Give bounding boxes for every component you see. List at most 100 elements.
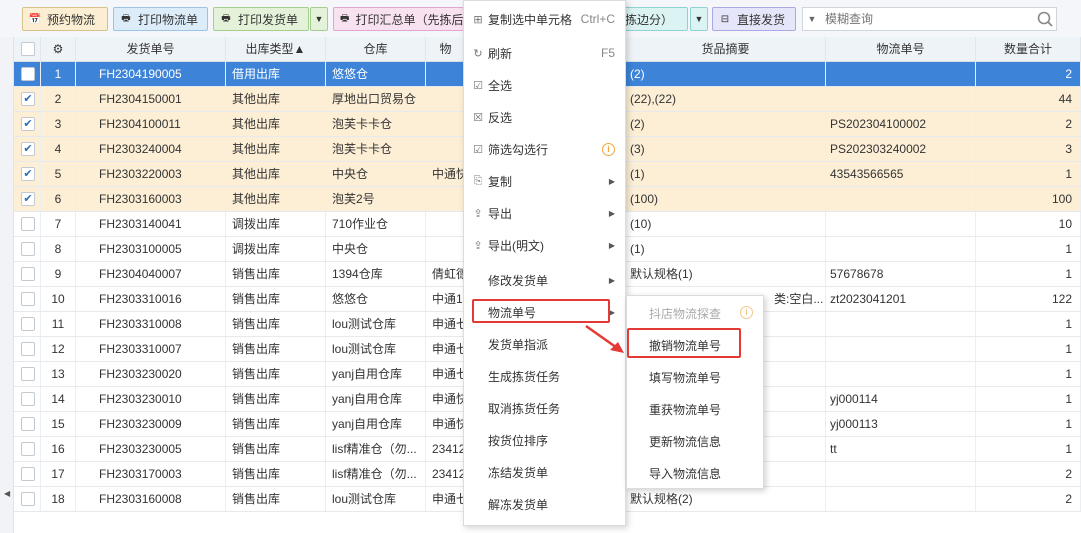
row-checkbox-cell: ✔ [14, 187, 41, 211]
submenu-item[interactable]: 更新物流信息 [627, 425, 763, 457]
row-checkbox-cell [14, 237, 41, 261]
row-checkbox[interactable]: ✔ [21, 167, 35, 181]
row-checkbox-cell [14, 287, 41, 311]
row-checkbox[interactable]: ✔ [21, 192, 35, 206]
row-checkbox[interactable] [21, 292, 35, 306]
submenu-item-label: 更新物流信息 [649, 434, 722, 449]
menu-item[interactable]: 解冻发货单 [464, 488, 625, 520]
menu-item-label: 解冻发货单 [488, 497, 549, 512]
pick-then-sort-dropdown-button[interactable]: ▼ [690, 7, 708, 31]
menu-item[interactable]: ↻ 刷新 F5 [464, 37, 625, 69]
row-number: 5 [41, 162, 76, 186]
qty-cell: 1 [976, 337, 1081, 361]
row-checkbox[interactable] [21, 67, 35, 81]
book-logistics-button[interactable]: 📅 预约物流 [22, 7, 108, 31]
row-checkbox-cell: ✔ [14, 162, 41, 186]
menu-item[interactable]: ⊞ 复制选中单元格 Ctrl+C [464, 3, 625, 35]
header-order-no[interactable]: 发货单号 [76, 37, 226, 62]
menu-item-label: 修改发货单 [488, 273, 549, 288]
tracking-no-cell: PS202304100002 [826, 112, 976, 136]
row-checkbox[interactable] [21, 467, 35, 481]
menu-item[interactable]: 取消拣货任务 [464, 392, 625, 424]
warehouse-cell: 厚地出口贸易仓 [326, 87, 426, 111]
header-warehouse[interactable]: 仓库 [326, 37, 426, 62]
direct-ship-button[interactable]: ⊟ 直接发货 [712, 7, 796, 31]
qty-cell: 2 [976, 112, 1081, 136]
header-tracking-no[interactable]: 物流单号 [826, 37, 976, 62]
print-summary-button[interactable]: 🖶 打印汇总单（先拣后分） [333, 7, 464, 31]
menu-item[interactable]: ☒ 反选 [464, 101, 625, 133]
warehouse-cell: 泡芙卡卡仓 [326, 112, 426, 136]
menu-item[interactable]: 按货位排序 [464, 424, 625, 456]
header-select-all[interactable] [14, 37, 41, 62]
print-logistics-button[interactable]: 🖶 打印物流单 [113, 7, 208, 31]
tracking-no-cell: zt2023041201 [826, 287, 976, 311]
out-type-cell: 销售出库 [226, 412, 326, 436]
qty-cell: 10 [976, 212, 1081, 236]
export-icon: ⇪ [473, 207, 483, 220]
header-goods-summary[interactable]: 货品摘要 [626, 37, 826, 62]
row-checkbox[interactable] [21, 417, 35, 431]
row-checkbox[interactable]: ✔ [21, 117, 35, 131]
search-input[interactable] [821, 9, 1034, 29]
row-checkbox[interactable] [21, 392, 35, 406]
row-checkbox[interactable] [21, 342, 35, 356]
goods-summary-cell: (3) [626, 137, 826, 161]
print-delivery-button[interactable]: 🖶 打印发货单 [213, 7, 309, 31]
warehouse-cell: 悠悠仓 [326, 287, 426, 311]
collapse-arrow-icon[interactable]: ◀ [4, 489, 10, 498]
row-checkbox-cell [14, 487, 41, 511]
warehouse-cell: yanj自用仓库 [326, 387, 426, 411]
row-checkbox[interactable] [21, 492, 35, 506]
book-logistics-label: 预约物流 [47, 12, 96, 27]
menu-item[interactable]: 生成拣货任务 [464, 360, 625, 392]
out-type-cell: 借用出库 [226, 62, 326, 86]
search-icon[interactable] [1034, 9, 1056, 29]
row-checkbox[interactable]: ✔ [21, 92, 35, 106]
menu-item[interactable]: 冻结发货单 [464, 456, 625, 488]
print-delivery-dropdown-button[interactable]: ▼ [310, 7, 328, 31]
printer-icon: 🖶 [121, 12, 131, 24]
warehouse-cell: 1394仓库 [326, 262, 426, 286]
header-logistics[interactable]: 物 [426, 37, 466, 62]
header-out-type[interactable]: 出库类型▲ [226, 37, 326, 62]
goods-summary-cell: (2) [626, 112, 826, 136]
menu-item[interactable]: ☑ 全选 [464, 69, 625, 101]
tracking-no-cell: yj000113 [826, 412, 976, 436]
menu-item-label: 全选 [488, 78, 513, 93]
tracking-no-cell [826, 212, 976, 236]
menu-item-label: 导出 [488, 206, 513, 221]
select-all-icon: ☑ [473, 79, 483, 92]
row-checkbox[interactable]: ✔ [21, 142, 35, 156]
order-no-cell: FH2303230010 [76, 387, 226, 411]
left-collapse-strip[interactable]: ◀ [0, 37, 14, 533]
menu-item[interactable]: ⇪ 导出(明文) ▶ [464, 229, 625, 261]
print-logistics-label: 打印物流单 [138, 12, 199, 27]
out-type-cell: 其他出库 [226, 162, 326, 186]
menu-item[interactable]: ☑ 筛选勾选行 i [464, 133, 625, 165]
menu-item-label: 刷新 [488, 46, 513, 61]
row-number: 8 [41, 237, 76, 261]
submenu-item[interactable]: 填写物流单号 [627, 361, 763, 393]
submenu-item[interactable]: 重获物流单号 [627, 393, 763, 425]
row-checkbox[interactable] [21, 267, 35, 281]
row-checkbox-cell [14, 262, 41, 286]
warehouse-cell: lou测试仓库 [326, 487, 426, 511]
out-type-cell: 其他出库 [226, 187, 326, 211]
order-no-cell: FH2304040007 [76, 262, 226, 286]
select-all-checkbox[interactable] [21, 42, 35, 56]
menu-item[interactable]: ⎘ 复制 ▶ [464, 165, 625, 197]
gear-icon[interactable]: ⚙ [41, 37, 76, 62]
row-checkbox[interactable] [21, 217, 35, 231]
calendar-icon: 📅 [28, 13, 42, 25]
menu-item[interactable]: ⇪ 导出 ▶ [464, 197, 625, 229]
warehouse-cell: yanj自用仓库 [326, 412, 426, 436]
row-checkbox[interactable] [21, 367, 35, 381]
header-qty-total[interactable]: 数量合计 [976, 37, 1081, 62]
row-checkbox[interactable] [21, 242, 35, 256]
menu-item[interactable]: 修改发货单 ▶ [464, 264, 625, 296]
row-checkbox[interactable] [21, 317, 35, 331]
row-checkbox[interactable] [21, 442, 35, 456]
chevron-down-icon[interactable]: ▼ [803, 14, 821, 24]
submenu-item[interactable]: 导入物流信息 [627, 457, 763, 489]
